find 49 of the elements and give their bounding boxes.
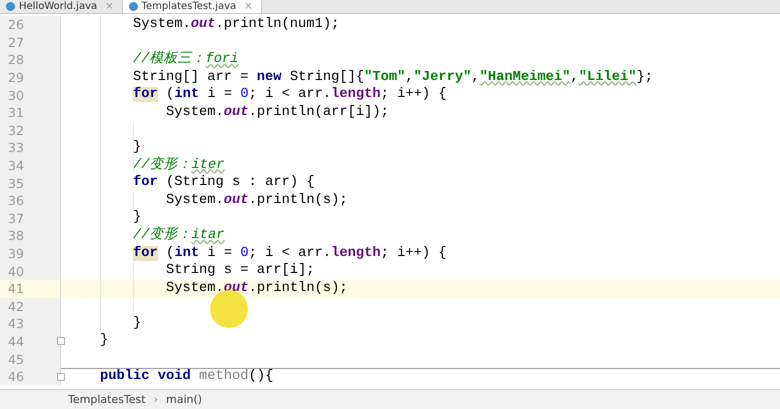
tab-label: HelloWorld.java [19,0,98,12]
line-number: 28 [7,52,24,68]
code-line: System.out.println(s); [165,192,348,209]
line-number: 26 [7,17,24,32]
tab-label: TemplatesTest.java [142,0,236,12]
code-line: for (String s : arr) { [132,175,315,192]
code-line: } [99,333,108,350]
breadcrumb-item[interactable]: TemplatesTest [68,393,146,406]
code-line: //变形：iter [132,158,225,174]
line-number: 31 [7,105,24,120]
code-line: System.out.println(s); [165,280,348,297]
line-number: 39 [7,246,24,262]
line-number: 33 [7,140,24,156]
code-line: System.out.println(num1); [132,16,340,33]
code-line: //模板三：fori [132,52,239,68]
code-line: for (int i = 0; i < arr.length; i++) { [132,246,447,262]
line-number: 40 [7,264,24,279]
line-number: 27 [7,34,24,50]
class-file-icon [128,2,138,11]
line-number: 42 [7,298,24,314]
editor-tab[interactable]: TemplatesTest.java × [122,0,262,13]
line-number: 44 [7,334,24,349]
line-number: 45 [7,352,24,367]
line-number: 35 [7,176,24,191]
line-number: 41 [7,281,24,296]
line-number: 29 [7,70,24,86]
line-number: 36 [7,193,24,208]
code-line: String[] arr = new String[]{"Tom","Jerry","HanMeimei","Lilei"}; [132,70,653,86]
line-number: 37 [7,210,24,226]
class-file-icon [6,2,15,11]
breadcrumb-separator: › [154,393,158,406]
code-line: public void method(){ [99,369,274,386]
code-line: for (int i = 0; i < arr.length; i++) { [132,87,447,104]
line-number: 32 [7,122,24,138]
line-number: 34 [7,158,24,174]
line-number: 46 [7,369,24,384]
code-line: String s = arr[i]; [165,263,315,280]
line-number: 38 [7,228,24,244]
fold-icon[interactable] [57,372,65,381]
breadcrumb-item[interactable]: main() [166,393,202,406]
code-line: } [132,140,142,156]
fold-icon[interactable] [57,337,65,346]
code-line: } [132,316,142,332]
code-line: //变形：itar [132,228,225,244]
code-line: } [132,210,142,226]
editor-tab[interactable]: HelloWorld.java × [0,0,123,13]
code-line: System.out.println(arr[i]); [165,104,389,121]
line-number: 43 [7,316,24,332]
line-number: 30 [7,88,24,103]
